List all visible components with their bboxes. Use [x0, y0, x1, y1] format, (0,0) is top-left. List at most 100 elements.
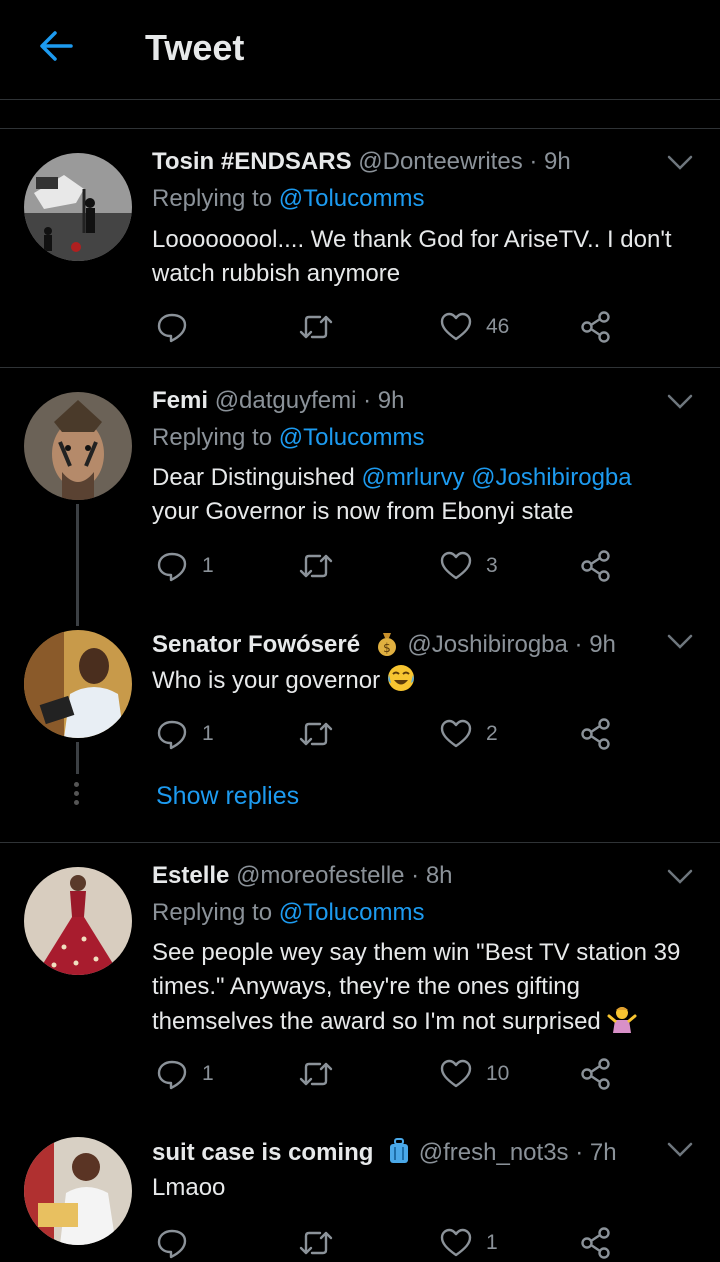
tweet-text: Who is your governor: [152, 663, 702, 698]
mention-link[interactable]: @mrlurvy: [361, 464, 464, 491]
avatar[interactable]: [24, 630, 132, 738]
tweet-femi[interactable]: Femi @datguyfemi · 9h Replying to @Toluc…: [0, 368, 720, 626]
share-button[interactable]: [580, 548, 612, 584]
chevron-down-icon[interactable]: [666, 633, 694, 651]
display-name[interactable]: Femi: [152, 387, 208, 414]
replying-handle-link[interactable]: @Tolucomms: [279, 185, 425, 212]
display-name[interactable]: suit case is coming: [152, 1139, 373, 1166]
tweet-estelle[interactable]: Estelle @moreofestelle · 8h Replying to …: [0, 843, 720, 1115]
luggage-emoji: [390, 1138, 409, 1163]
tweet-text-prefix: Dear Distinguished: [152, 464, 355, 491]
tears-of-joy-emoji: [388, 665, 415, 691]
handle-time: @fresh_not3s · 7h: [418, 1139, 617, 1166]
avatar[interactable]: [24, 867, 132, 975]
retweet-button[interactable]: [298, 548, 334, 584]
replying-handle-link[interactable]: @Tolucomms: [279, 424, 425, 451]
reply-button[interactable]: [156, 1225, 188, 1261]
display-name[interactable]: Estelle: [152, 862, 229, 889]
heart-icon: [440, 719, 472, 748]
tweet-tosin[interactable]: Tosin #ENDSARS @Donteewrites · 9h Replyi…: [0, 129, 720, 367]
reply-icon: [157, 1060, 187, 1090]
share-button[interactable]: [580, 1056, 612, 1092]
tweet-text: Looooooool.... We thank God for AriseTV.…: [152, 226, 672, 287]
retweet-icon: [299, 722, 333, 746]
retweet-button[interactable]: [298, 309, 334, 345]
money-bag-emoji: $: [377, 633, 396, 656]
retweet-button[interactable]: [298, 1225, 334, 1261]
tweet-header: Senator Fowóseré $ @Joshibirogba · 9h: [152, 629, 616, 661]
tweet-text-content: See people wey say them win "Best TV sta…: [152, 939, 681, 1035]
tweet-header: Tosin #ENDSARS @Donteewrites · 9h: [152, 146, 571, 178]
replying-label: Replying to: [152, 899, 273, 926]
reply-count: 1: [202, 1062, 214, 1085]
reply-icon: [157, 313, 187, 343]
retweet-icon: [299, 315, 333, 339]
back-button[interactable]: [36, 26, 76, 66]
handle-time: @Donteewrites · 9h: [358, 148, 571, 175]
chevron-down-icon[interactable]: [666, 1141, 694, 1159]
svg-text:$: $: [383, 641, 391, 655]
reply-count: 1: [202, 722, 214, 745]
reply-button[interactable]: 1: [156, 548, 214, 584]
like-count: 46: [486, 315, 510, 338]
like-count: 2: [486, 722, 498, 745]
tweet-suitcase[interactable]: suit case is coming @fresh_not3s · 7h Lm…: [0, 1115, 720, 1262]
show-replies-link[interactable]: Show replies: [156, 782, 299, 811]
top-bar: Tweet: [0, 0, 720, 100]
person-shrugging-emoji: [607, 1007, 637, 1033]
like-button[interactable]: 10: [440, 1056, 509, 1092]
tweet-text: Dear Distinguished @mrlurvy @Joshibirogb…: [152, 461, 702, 529]
tweet-header: suit case is coming @fresh_not3s · 7h: [152, 1137, 617, 1169]
chevron-down-icon[interactable]: [666, 154, 694, 172]
reply-button[interactable]: [156, 309, 188, 345]
display-name[interactable]: Tosin #ENDSARS: [152, 148, 352, 175]
heart-icon: [440, 551, 472, 580]
like-count: 3: [486, 554, 498, 577]
tweet-header: Femi @datguyfemi · 9h: [152, 385, 404, 417]
handle-time: @Joshibirogba · 9h: [407, 631, 616, 658]
share-icon: [581, 1227, 610, 1259]
heart-icon: [440, 1228, 472, 1257]
reply-icon: [157, 1229, 187, 1259]
display-name[interactable]: Senator Fowóseré: [152, 631, 360, 658]
tweet-text: See people wey say them win "Best TV sta…: [152, 936, 702, 1039]
replying-label: Replying to: [152, 185, 273, 212]
reply-icon: [157, 552, 187, 582]
share-icon: [581, 1058, 610, 1090]
page-title: Tweet: [145, 27, 245, 68]
tweet-senator[interactable]: Senator Fowóseré $ @Joshibirogba · 9h Wh…: [0, 608, 720, 842]
replying-to: Replying to @Tolucomms: [152, 422, 424, 454]
mention-link[interactable]: @Joshibirogba: [471, 464, 631, 491]
reply-icon: [157, 720, 187, 750]
chevron-down-icon[interactable]: [666, 868, 694, 886]
replying-handle-link[interactable]: @Tolucomms: [279, 899, 425, 926]
retweet-button[interactable]: [298, 1056, 334, 1092]
chevron-down-icon[interactable]: [666, 393, 694, 411]
retweet-button[interactable]: [298, 716, 334, 752]
tweet-header: Estelle @moreofestelle · 8h: [152, 860, 453, 892]
share-icon: [581, 311, 610, 343]
retweet-icon: [299, 1231, 333, 1255]
share-button[interactable]: [580, 1225, 612, 1261]
share-icon: [581, 550, 610, 582]
handle-time: @moreofestelle · 8h: [236, 862, 453, 889]
heart-icon: [440, 1059, 472, 1088]
thread-more-dots: [74, 782, 80, 809]
like-button[interactable]: 2: [440, 716, 498, 752]
like-button[interactable]: 1: [440, 1225, 498, 1261]
avatar[interactable]: [24, 153, 132, 261]
share-button[interactable]: [580, 716, 612, 752]
reply-count: 1: [202, 554, 214, 577]
like-count: 1: [486, 1231, 498, 1254]
replying-label: Replying to: [152, 424, 273, 451]
like-button[interactable]: 3: [440, 548, 498, 584]
reply-button[interactable]: 1: [156, 1056, 214, 1092]
avatar[interactable]: [24, 1137, 132, 1245]
tweet-text: Lmaoo: [152, 1174, 226, 1201]
replying-to: Replying to @Tolucomms: [152, 897, 424, 929]
avatar[interactable]: [24, 392, 132, 500]
retweet-icon: [299, 1062, 333, 1086]
reply-button[interactable]: 1: [156, 716, 214, 752]
like-button[interactable]: 46: [440, 309, 509, 345]
share-button[interactable]: [580, 309, 612, 345]
